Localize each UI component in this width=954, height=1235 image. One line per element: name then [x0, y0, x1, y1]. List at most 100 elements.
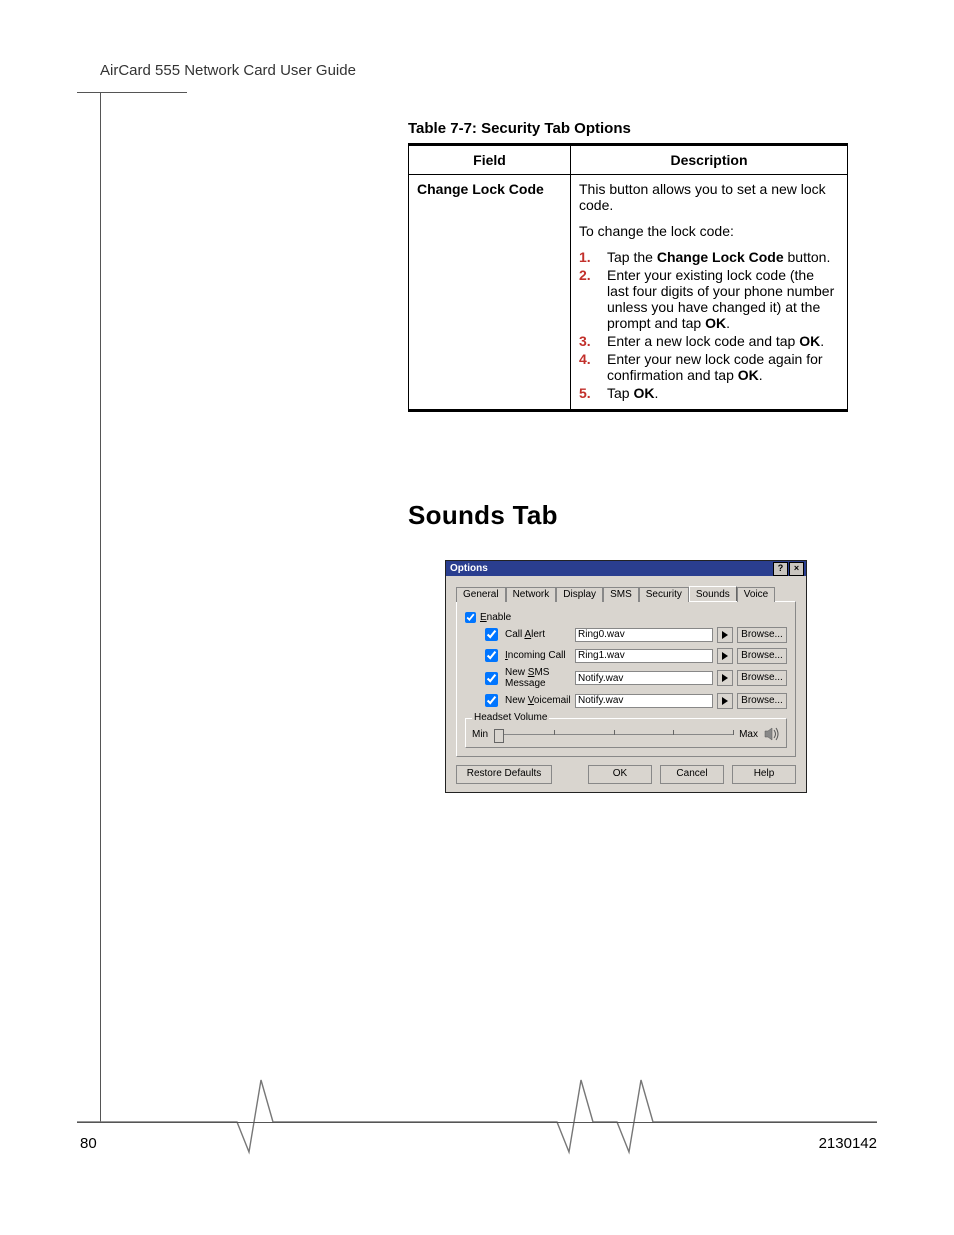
ok-button[interactable]: OK [588, 765, 652, 784]
step-number: 4. [579, 351, 607, 383]
content-area: Table 7-7: Security Tab Options Field De… [408, 120, 848, 412]
step-item: 1. Tap the Change Lock Code button. [579, 249, 839, 265]
slider-tick [554, 730, 555, 735]
volume-max-label: Max [739, 729, 758, 740]
dialog-title: Options [448, 563, 772, 574]
enable-label: Enable [480, 612, 511, 623]
step-text: Tap OK. [607, 385, 839, 401]
description-cell: This button allows you to set a new lock… [571, 175, 848, 411]
slider-thumb[interactable] [494, 729, 504, 743]
tab-sounds[interactable]: Sounds [689, 586, 737, 601]
step-pre: Tap the [607, 249, 657, 265]
speaker-icon [764, 727, 780, 741]
security-options-table: Field Description Change Lock Code This … [408, 143, 848, 412]
header-rule [77, 92, 187, 93]
enable-checkbox-row: Enable [465, 612, 787, 623]
sound-row-call-alert: Call Alert Browse... [481, 625, 787, 644]
play-button[interactable] [717, 670, 733, 686]
steps-list: 1. Tap the Change Lock Code button. 2. E… [579, 249, 839, 401]
play-icon [722, 631, 728, 639]
step-pre: Enter a new lock code and tap [607, 333, 799, 349]
play-icon [722, 652, 728, 660]
tab-network[interactable]: Network [506, 587, 557, 602]
field-cell: Change Lock Code [409, 175, 571, 411]
row-label: Call Alert [481, 625, 571, 644]
new-voicemail-file-input[interactable] [575, 694, 713, 708]
tab-sms[interactable]: SMS [603, 587, 639, 602]
step-item: 4. Enter your new lock code again for co… [579, 351, 839, 383]
step-text: Enter a new lock code and tap OK. [607, 333, 839, 349]
lbl-pre: New [505, 695, 528, 706]
title-bar[interactable]: Options ? × [446, 561, 806, 576]
play-button[interactable] [717, 627, 733, 643]
margin-rule [100, 92, 101, 1122]
browse-button[interactable]: Browse... [737, 693, 787, 709]
col-field: Field [409, 145, 571, 175]
dialog-button-row: Restore Defaults OK Cancel Help [456, 765, 796, 784]
step-bold: OK [799, 333, 820, 349]
enable-checkbox[interactable] [465, 612, 476, 623]
new-sms-file-input[interactable] [575, 671, 713, 685]
step-bold: OK [633, 385, 654, 401]
tab-general[interactable]: General [456, 587, 506, 602]
tab-display[interactable]: Display [556, 587, 603, 602]
step-post: . [726, 315, 730, 331]
help-button[interactable]: Help [732, 765, 796, 784]
lbl-pre: New [505, 667, 528, 678]
step-post: button. [784, 249, 831, 265]
incoming-call-checkbox[interactable] [485, 649, 498, 662]
spacer [560, 765, 580, 784]
call-alert-label: Call Alert [505, 629, 545, 640]
step-post: . [759, 367, 763, 383]
step-number: 2. [579, 267, 607, 331]
lead-text: To change the lock code: [579, 223, 839, 239]
step-number: 5. [579, 385, 607, 401]
step-item: 3. Enter a new lock code and tap OK. [579, 333, 839, 349]
slider-tick [673, 730, 674, 735]
tab-voice[interactable]: Voice [737, 587, 775, 602]
help-button[interactable]: ? [773, 562, 788, 576]
browse-button[interactable]: Browse... [737, 648, 787, 664]
step-item: 5. Tap OK. [579, 385, 839, 401]
cancel-button[interactable]: Cancel [660, 765, 724, 784]
col-description: Description [571, 145, 848, 175]
new-voicemail-label: New Voicemail [505, 695, 571, 706]
step-post: . [654, 385, 658, 401]
options-dialog: Options ? × General Network Display SMS … [445, 560, 807, 793]
step-number: 3. [579, 333, 607, 349]
volume-slider-row: Min Max [472, 727, 780, 741]
call-alert-file-input[interactable] [575, 628, 713, 642]
step-number: 1. [579, 249, 607, 265]
call-alert-checkbox[interactable] [485, 628, 498, 641]
play-button[interactable] [717, 693, 733, 709]
tab-strip: General Network Display SMS Security Sou… [456, 586, 796, 601]
new-sms-label: New SMS Message [505, 667, 571, 689]
sound-row-new-sms: New SMS Message Browse... [481, 667, 787, 689]
row-label: Incoming Call [481, 646, 571, 665]
ekg-decoration [77, 1072, 877, 1182]
step-text: Enter your existing lock code (the last … [607, 267, 839, 331]
play-icon [722, 697, 728, 705]
tab-panel-sounds: Enable Call Alert Browse... [456, 601, 796, 757]
section-heading-sounds-tab: Sounds Tab [408, 500, 558, 531]
volume-min-label: Min [472, 729, 488, 740]
browse-button[interactable]: Browse... [737, 670, 787, 686]
close-button[interactable]: × [789, 562, 804, 576]
volume-slider[interactable] [494, 727, 733, 741]
new-voicemail-checkbox[interactable] [485, 694, 498, 707]
play-button[interactable] [717, 648, 733, 664]
sound-row-incoming-call: Incoming Call Browse... [481, 646, 787, 665]
lbl-pre: Call [505, 629, 524, 640]
play-icon [722, 674, 728, 682]
lbl-post: lert [531, 629, 545, 640]
tab-security[interactable]: Security [639, 587, 689, 602]
step-post: . [820, 333, 824, 349]
footer-rule [77, 1122, 877, 1123]
restore-defaults-button[interactable]: Restore Defaults [456, 765, 552, 784]
new-sms-checkbox[interactable] [485, 672, 498, 685]
incoming-call-file-input[interactable] [575, 649, 713, 663]
document-number: 2130142 [819, 1135, 877, 1152]
page: AirCard 555 Network Card User Guide Tabl… [0, 0, 954, 1235]
step-bold: OK [738, 367, 759, 383]
browse-button[interactable]: Browse... [737, 627, 787, 643]
